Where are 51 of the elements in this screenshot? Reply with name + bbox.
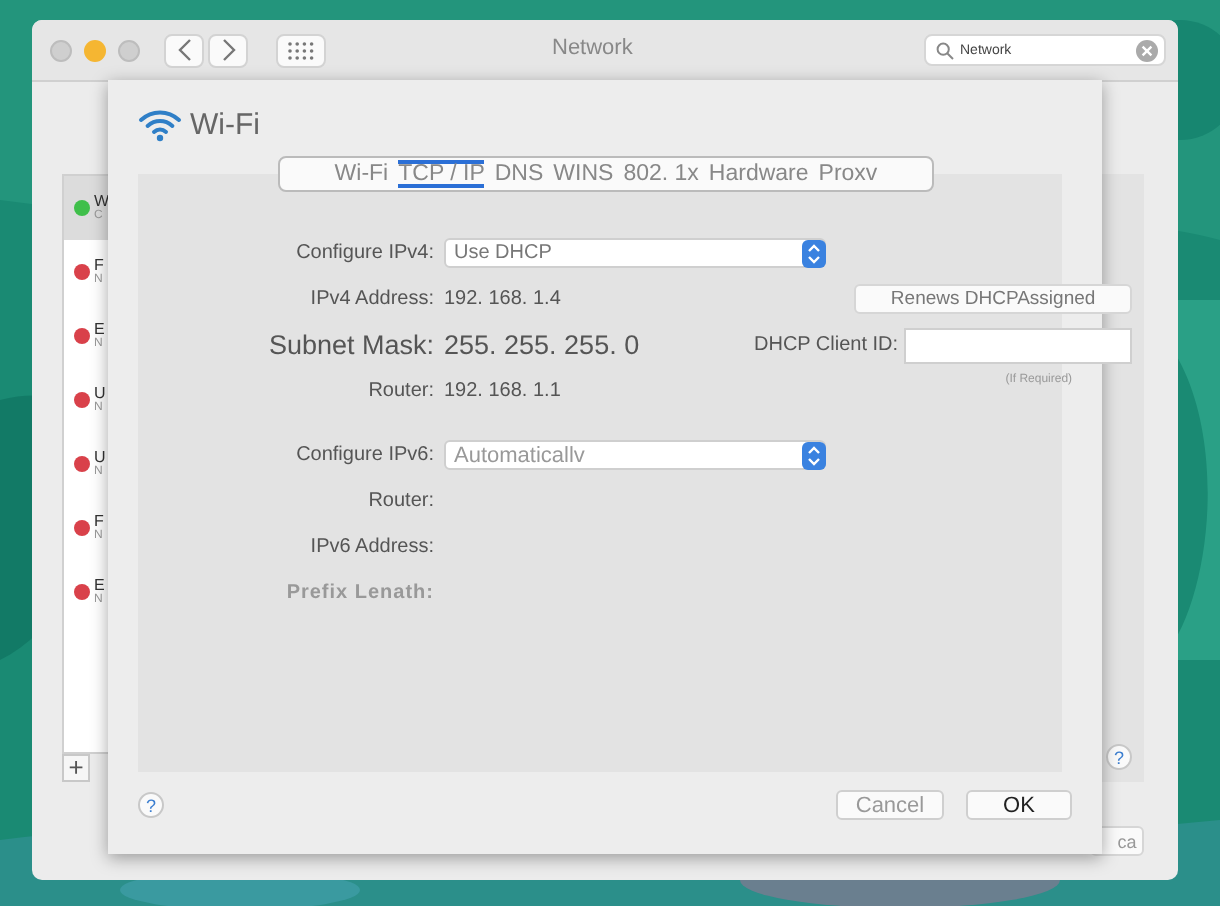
service-name: E [94, 578, 105, 594]
add-button[interactable]: + [62, 754, 90, 782]
ipv6-dropdown[interactable]: Automaticallv [444, 440, 826, 470]
cancel-button[interactable]: Cancel [836, 790, 944, 820]
field-label: Configure IPv4: [294, 242, 434, 264]
forward-button[interactable] [208, 33, 248, 67]
tab[interactable]: Proxv [818, 160, 878, 188]
search-icon [936, 41, 954, 59]
window-title: Network [552, 36, 633, 60]
chevron-right-icon [221, 38, 235, 62]
service-name: U [94, 386, 106, 402]
chevron-left-icon [177, 38, 191, 62]
tab[interactable]: Hardware [708, 160, 809, 188]
service-name: F [94, 514, 104, 530]
stepper-icon [802, 239, 826, 267]
minimize-button[interactable] [84, 39, 106, 61]
field-label: Router: [366, 380, 434, 402]
tab[interactable]: Wi-Fi [334, 160, 389, 188]
field-label: Router: [366, 490, 434, 512]
service-name: U [94, 450, 106, 466]
grid-icon [288, 41, 314, 59]
tab[interactable]: TCP / IP [398, 160, 485, 188]
clear-icon[interactable] [1136, 39, 1158, 61]
help-button[interactable]: ? [138, 792, 164, 818]
field-label: IPv6 Address: [308, 536, 434, 558]
ipv4-dropdown[interactable]: Use DHCP [444, 238, 826, 268]
show-all-button[interactable] [276, 33, 326, 67]
wifi-icon [138, 108, 182, 142]
field-value: 255. 255. 255. 0 [444, 330, 642, 360]
field-label: Configure IPv6: [294, 444, 434, 466]
tab[interactable]: DNS [494, 160, 544, 188]
field-label: DHCP Client ID: [754, 334, 899, 356]
back-button[interactable] [164, 33, 204, 67]
close-button[interactable] [50, 39, 72, 61]
field-label: IPv4 Address: [308, 288, 434, 310]
service-name: F [94, 258, 104, 274]
ok-button[interactable]: OK [966, 790, 1072, 820]
service-name: E [94, 322, 105, 338]
field-label: Subnet Mask: [266, 330, 434, 360]
client-id-field[interactable] [904, 327, 1133, 363]
field-value: 192. 168. 1.4 [444, 288, 563, 310]
stepper-icon [802, 441, 826, 469]
service-name: W [94, 194, 110, 210]
sheet-title: Wi-Fi [190, 108, 260, 142]
field-label: Prefix Lenath: [284, 582, 434, 604]
zoom-button[interactable] [118, 39, 140, 61]
renew-button[interactable]: Renews DHCPAssigned [854, 284, 1133, 314]
tab[interactable]: WINS [553, 160, 614, 188]
help-button[interactable]: ? [1106, 744, 1132, 770]
field-value: 192. 168. 1.1 [444, 380, 563, 402]
tab[interactable]: 802. 1x [623, 160, 699, 188]
